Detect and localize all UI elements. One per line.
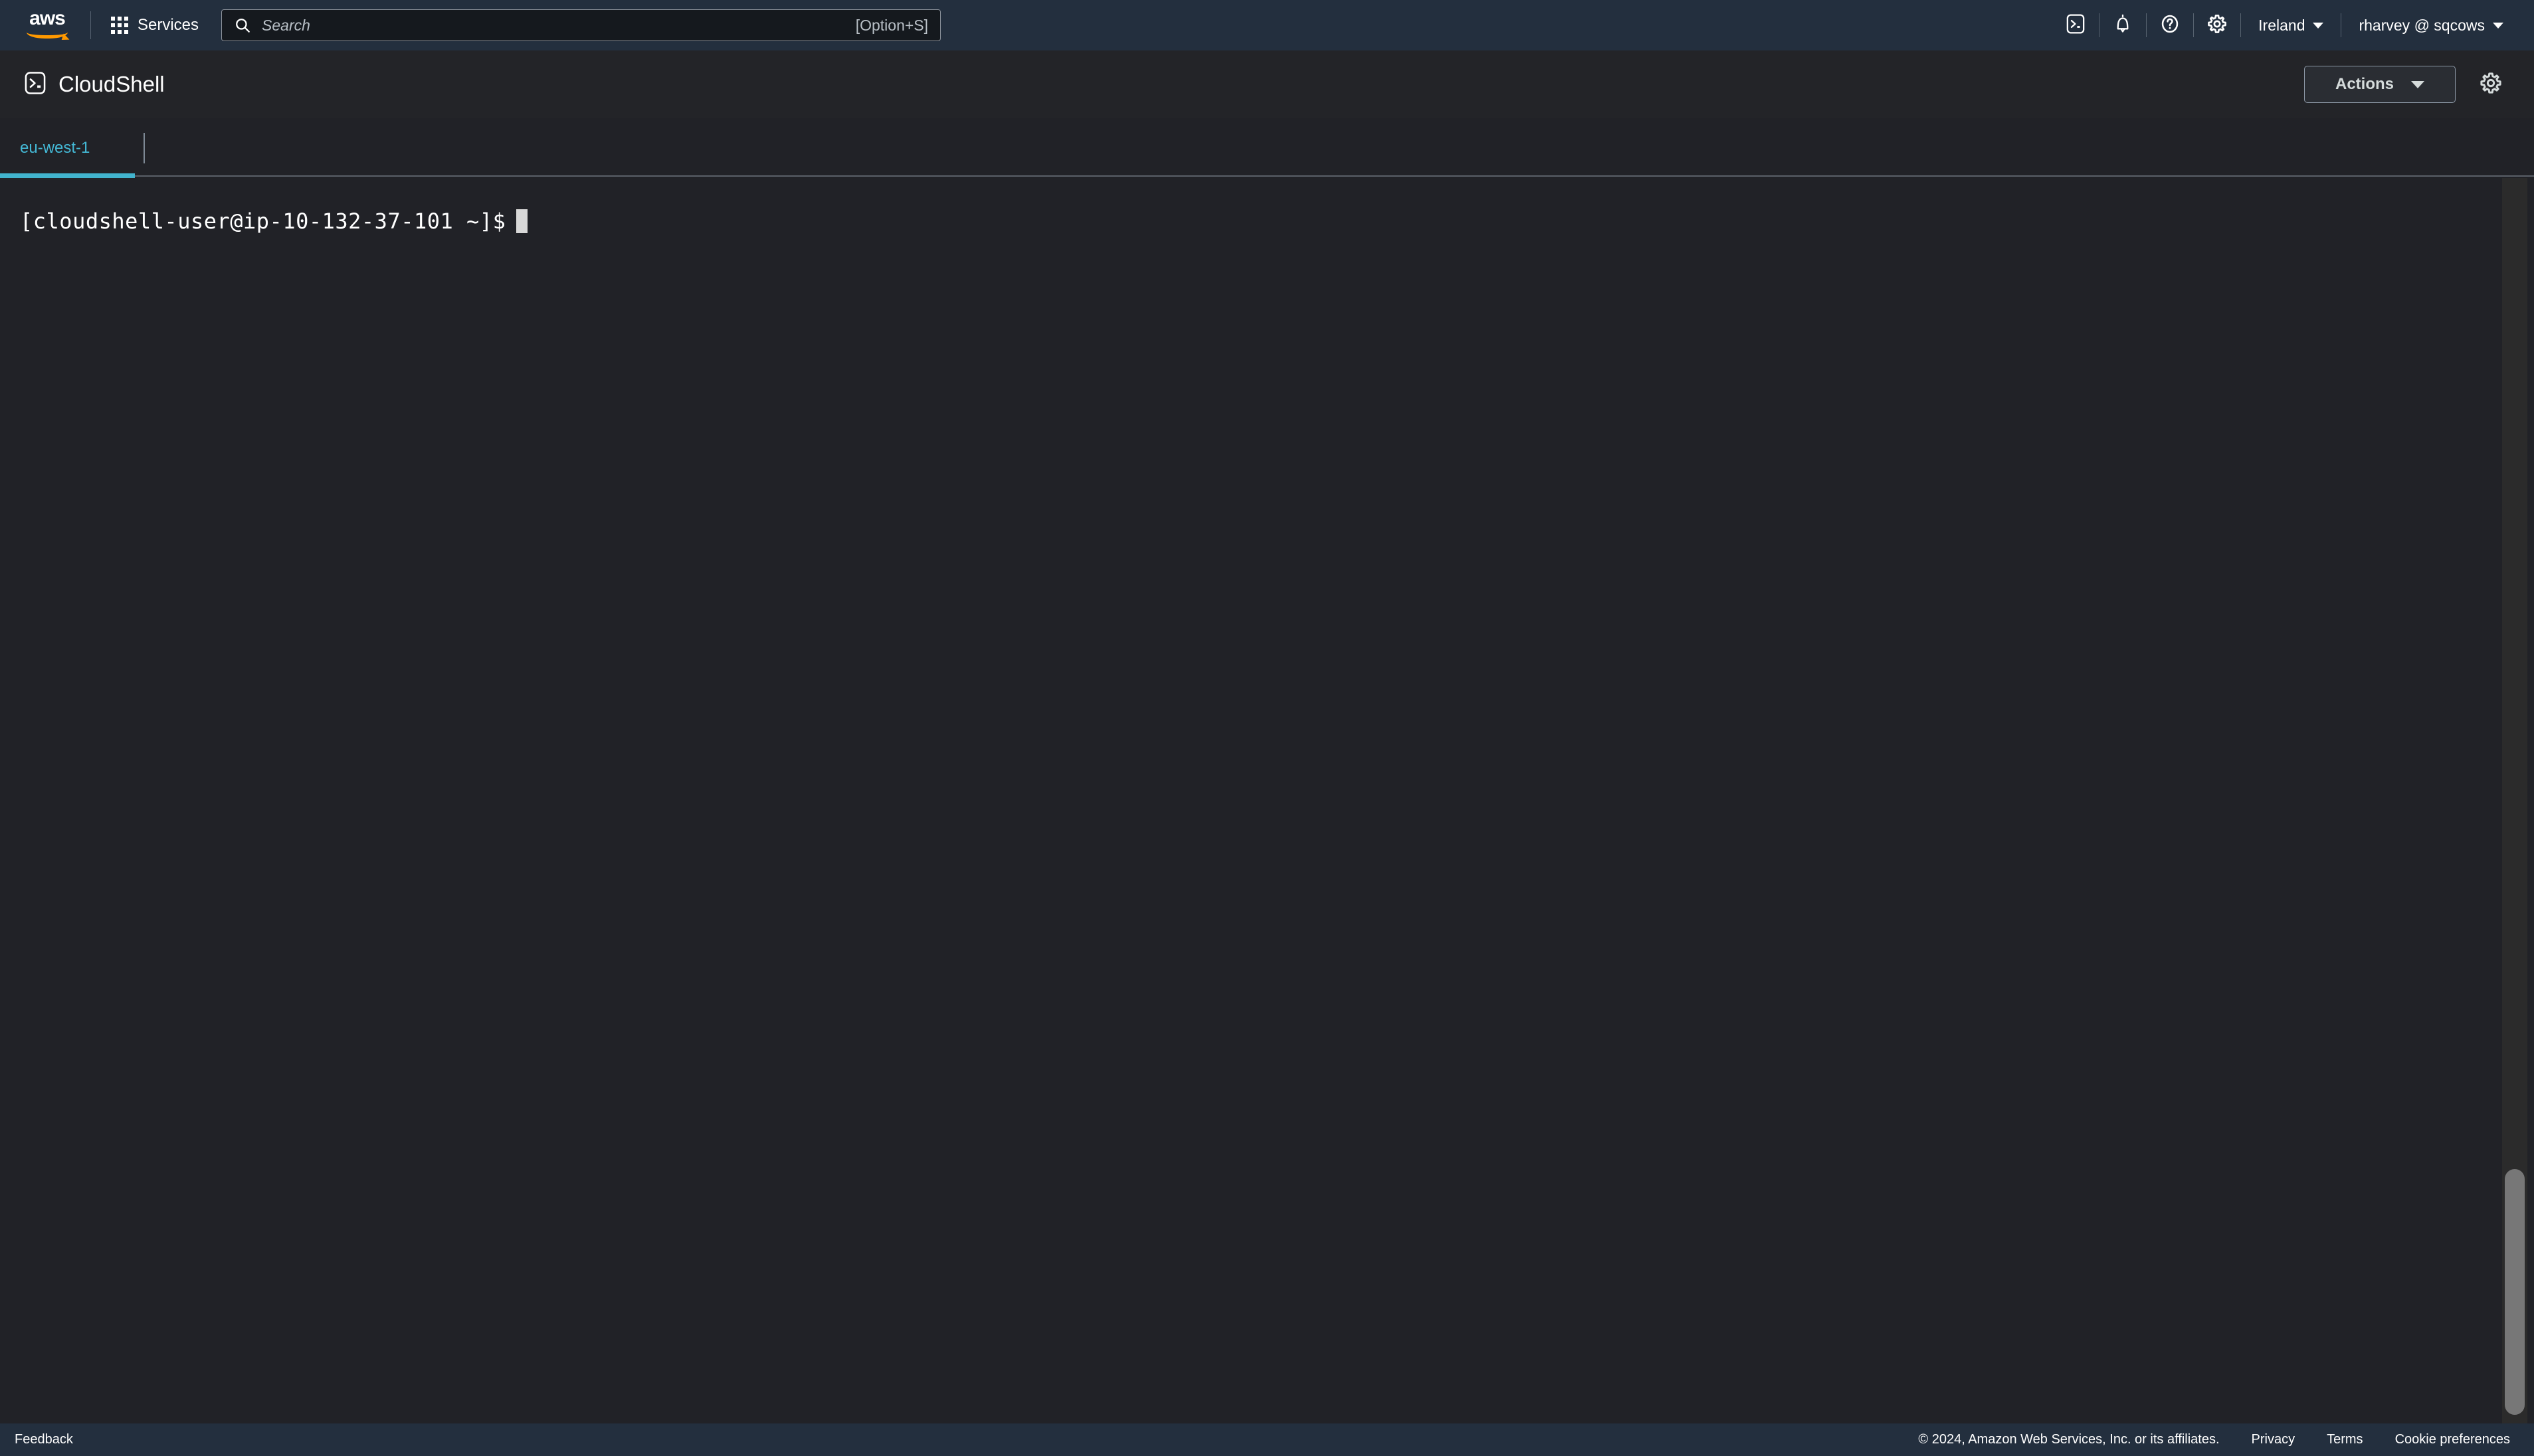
footer-right-cluster: © 2024, Amazon Web Services, Inc. or its… bbox=[1918, 1432, 2519, 1447]
region-selector-label: Ireland bbox=[2258, 16, 2305, 34]
chevron-down-icon bbox=[2493, 22, 2503, 29]
terminal-scrollbar-thumb[interactable] bbox=[2505, 1169, 2525, 1415]
gear-icon bbox=[2206, 13, 2228, 38]
terminal-pane[interactable]: [cloudshell-user@ip-10-132-37-101 ~]$ bbox=[0, 178, 2534, 1423]
copyright-text: © 2024, Amazon Web Services, Inc. or its… bbox=[1918, 1432, 2220, 1447]
chevron-down-icon bbox=[2313, 22, 2324, 29]
global-search-box[interactable]: Search [Option+S] bbox=[221, 9, 941, 41]
account-menu-label: rharvey @ sqcows bbox=[2359, 16, 2485, 34]
services-menu-button[interactable]: Services bbox=[104, 12, 205, 39]
account-menu[interactable]: rharvey @ sqcows bbox=[2341, 0, 2521, 50]
settings-button[interactable] bbox=[2194, 0, 2240, 50]
cloudshell-icon-button[interactable] bbox=[2052, 0, 2099, 50]
bell-icon bbox=[2113, 13, 2133, 39]
nav-divider bbox=[90, 11, 91, 39]
search-shortcut-hint: [Option+S] bbox=[855, 16, 929, 34]
terminal-prompt-line: [cloudshell-user@ip-10-132-37-101 ~]$ bbox=[20, 209, 2534, 234]
help-icon bbox=[2159, 13, 2181, 38]
chevron-down-icon bbox=[2411, 80, 2424, 88]
feedback-link[interactable]: Feedback bbox=[15, 1432, 73, 1447]
actions-button-label: Actions bbox=[2335, 75, 2394, 93]
cloudshell-settings-button[interactable] bbox=[2473, 66, 2509, 102]
privacy-link[interactable]: Privacy bbox=[2252, 1432, 2295, 1447]
terminal-prompt: [cloudshell-user@ip-10-132-37-101 ~]$ bbox=[20, 209, 506, 234]
global-navigation-bar: aws Services Search [Option+S] Ireland r… bbox=[0, 0, 2534, 50]
cloudshell-title-group: CloudShell bbox=[24, 70, 165, 99]
tab-separator bbox=[144, 133, 145, 163]
aws-logo-smile bbox=[27, 25, 68, 39]
actions-button[interactable]: Actions bbox=[2304, 66, 2456, 103]
page-footer: Feedback © 2024, Amazon Web Services, In… bbox=[0, 1423, 2534, 1456]
page-title: CloudShell bbox=[58, 72, 165, 96]
cloudshell-header-actions: Actions bbox=[2304, 66, 2509, 103]
cookie-preferences-link[interactable]: Cookie preferences bbox=[2395, 1432, 2510, 1447]
gear-icon bbox=[2479, 71, 2503, 98]
terminal-cursor bbox=[516, 209, 528, 233]
session-tabs: eu-west-1 bbox=[0, 118, 2534, 178]
sidebar-item-eu-west-1[interactable]: eu-west-1 bbox=[0, 118, 144, 178]
active-tab-indicator bbox=[0, 173, 135, 178]
help-button[interactable] bbox=[2147, 0, 2193, 50]
tab-strip-baseline bbox=[0, 175, 2534, 177]
apps-grid-icon bbox=[111, 17, 128, 34]
services-menu-label: Services bbox=[138, 16, 199, 34]
terms-link[interactable]: Terms bbox=[2327, 1432, 2363, 1447]
notifications-button[interactable] bbox=[2099, 0, 2146, 50]
tab-label: eu-west-1 bbox=[20, 139, 90, 157]
aws-logo[interactable]: aws bbox=[24, 9, 70, 40]
search-input[interactable]: Search bbox=[262, 17, 856, 35]
session-tab-strip: eu-west-1 bbox=[0, 118, 2534, 178]
region-selector[interactable]: Ireland bbox=[2241, 0, 2341, 50]
cloudshell-header: CloudShell Actions bbox=[0, 50, 2534, 118]
cloudshell-icon bbox=[24, 70, 47, 99]
cloudshell-page: aws Services Search [Option+S] Ireland r… bbox=[0, 0, 2534, 1456]
global-nav-right-cluster: Ireland rharvey @ sqcows bbox=[2052, 0, 2521, 50]
cloudshell-icon bbox=[2066, 13, 2086, 39]
search-icon bbox=[234, 17, 251, 34]
